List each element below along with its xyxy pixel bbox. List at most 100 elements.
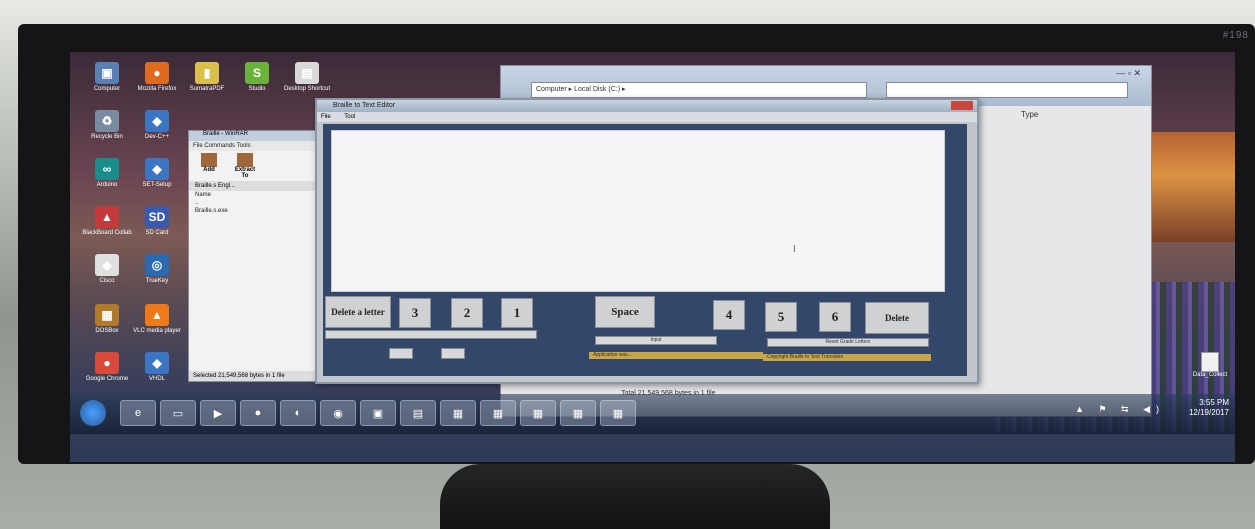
desktop-icon[interactable]: ● Mozilla Firefox	[132, 62, 182, 93]
desktop-app-icon: ▲	[145, 304, 169, 326]
desktop-icon[interactable]: ▲ BlackBoard Collab	[82, 206, 132, 237]
desktop-icon[interactable]: ▮ SumatraPDF	[182, 62, 232, 93]
add-label: Add	[203, 167, 215, 173]
dot-5-button[interactable]: 5	[765, 302, 797, 332]
folder-icon[interactable]: ▭	[160, 400, 196, 426]
desktop-icon-label: DOSBox	[95, 328, 119, 334]
menu-tool[interactable]: Tool	[344, 114, 355, 120]
desktop-icon-label: Recycle Bin	[91, 134, 123, 140]
ie-icon[interactable]: e	[120, 400, 156, 426]
desktop-icon-label: Google Chrome	[85, 376, 129, 382]
close-icon[interactable]	[951, 101, 973, 110]
window-icon[interactable]: ▣	[360, 400, 396, 426]
desktop-icon-label: Computer	[93, 86, 121, 92]
desktop-icon-label: Studio	[248, 86, 266, 92]
clock[interactable]: 3:55 PM 12/19/2017	[1189, 398, 1229, 418]
delete-button[interactable]: Delete	[865, 302, 929, 334]
desktop-app-icon: ▲	[95, 206, 119, 228]
space-button[interactable]: Space	[595, 296, 655, 328]
braille-editor-window[interactable]: Braille to Text Editor File Tool I Delet…	[315, 98, 979, 384]
document-icon	[1201, 352, 1219, 372]
desktop-icon-label: Mozilla Firefox	[137, 86, 177, 92]
chrome-icon[interactable]: ◉	[320, 400, 356, 426]
desktop-icon-label: VLC media player	[133, 328, 181, 334]
desktop-icon[interactable]: ● Google Chrome	[82, 352, 132, 383]
input-strip: Input	[595, 336, 717, 345]
braille-text-area[interactable]	[331, 130, 945, 292]
monitor-model: #198	[1222, 30, 1249, 41]
desktop-icon-label: VHDL	[148, 376, 165, 382]
desktop-app-icon: ◆	[145, 110, 169, 132]
braille-menu: File Tool	[317, 112, 977, 122]
reset-strip[interactable]: Reset Grade Letters	[767, 338, 929, 347]
desktop-app-icon: ∞	[95, 158, 119, 180]
explorer-window-controls[interactable]: — ▫ ✕	[1116, 68, 1141, 79]
small-button-right[interactable]	[441, 348, 465, 359]
firefox-icon[interactable]: ●	[240, 400, 276, 426]
explorer-type-column[interactable]: Type	[1021, 110, 1038, 119]
desktop-icon[interactable]: ▣ Computer	[82, 62, 132, 93]
desktop-icon-label: SD Card	[145, 230, 169, 236]
window-icon[interactable]: ▦	[480, 400, 516, 426]
braille-title: Braille to Text Editor	[317, 100, 977, 112]
desktop-icon[interactable]: ◎ TrueKey	[132, 254, 182, 285]
desktop-icon-label: SumatraPDF	[189, 86, 225, 92]
explorer-address-bar[interactable]: Computer ▸ Local Disk (C:) ▸	[531, 82, 867, 98]
extract-icon	[237, 153, 253, 167]
desktop-screen: ▣ Computer ● Mozilla Firefox ▮ SumatraPDF S Stu…	[70, 52, 1235, 462]
desktop-icon[interactable]: ◆ VHDL	[132, 352, 182, 383]
desktop-app-icon: ▤	[295, 62, 319, 84]
window-icon[interactable]: ▦	[560, 400, 596, 426]
desktop-icon-label: SET-Setup	[142, 182, 172, 188]
desktop-icon[interactable]: ♻ Recycle Bin	[82, 110, 132, 141]
tray-icons[interactable]: ▲ ⚑ ⇆ ◀)	[1075, 404, 1165, 415]
extract-button[interactable]: Extract To	[231, 153, 259, 179]
dot-2-button[interactable]: 2	[451, 298, 483, 328]
desktop-icon-label: Dev-C++	[144, 134, 169, 140]
window-icon[interactable]: ▦	[440, 400, 476, 426]
data-collect-label: Data_Collect	[1192, 372, 1228, 378]
add-button[interactable]: Add	[195, 153, 223, 179]
desktop-icon[interactable]: S Studio	[232, 62, 282, 93]
desktop-icon-label: BlackBoard Collab	[82, 230, 132, 236]
desktop-app-icon: ▮	[195, 62, 219, 84]
footer-left: Application was...	[589, 352, 763, 359]
desktop-icon-label: Desktop Shortcut	[283, 86, 331, 92]
desktop-icon[interactable]: ▦ DOSBox	[82, 304, 132, 335]
dot-1-button[interactable]: 1	[501, 298, 533, 328]
desktop-app-icon: SD	[145, 206, 169, 228]
data-collect-file[interactable]: Data_Collect	[1190, 352, 1230, 378]
desktop-icon[interactable]: ◈ Cisco	[82, 254, 132, 285]
media-icon[interactable]: ▶	[200, 400, 236, 426]
window-icon[interactable]: ▤	[400, 400, 436, 426]
menu-file[interactable]: File	[321, 114, 331, 120]
desktop-app-icon: ◆	[145, 352, 169, 374]
desktop-app-icon: ●	[95, 352, 119, 374]
dot-4-button[interactable]: 4	[713, 300, 745, 330]
desktop-icon[interactable]: ▤ Desktop Shortcut	[282, 62, 332, 93]
window-icon[interactable]: ▦	[600, 400, 636, 426]
desktop-icon[interactable]: ◆ SET-Setup	[132, 158, 182, 189]
explorer-search-box[interactable]	[886, 82, 1128, 98]
desktop-icon[interactable]: ▲ VLC media player	[132, 304, 182, 335]
desktop-icon[interactable]: ∞ Arduino	[82, 158, 132, 189]
start-button[interactable]	[80, 400, 106, 426]
delete-letter-button[interactable]: Delete a letter	[325, 296, 391, 328]
taskbar: e ▭ ▶ ● ◐ ◉ ▣ ▤ ▦ ▦ ▦ ▦ ▦ ▲ ⚑ ⇆ ◀) 3:55 …	[70, 394, 1235, 434]
desktop-icon[interactable]: SD SD Card	[132, 206, 182, 237]
app-icon[interactable]: ◐	[280, 400, 316, 426]
text-cursor-icon: I	[793, 244, 796, 255]
dot-6-button[interactable]: 6	[819, 302, 851, 332]
desktop-app-icon: ●	[145, 62, 169, 84]
desktop-icon-label: TrueKey	[145, 278, 169, 284]
dot-3-button[interactable]: 3	[399, 298, 431, 328]
desktop-icon-label: Cisco	[99, 278, 115, 284]
clock-date: 12/19/2017	[1188, 408, 1229, 417]
window-icon[interactable]: ▦	[520, 400, 556, 426]
small-button-left[interactable]	[389, 348, 413, 359]
left-status-strip	[325, 330, 537, 339]
desktop-app-icon: ▦	[95, 304, 119, 326]
desktop-icon[interactable]: ◆ Dev-C++	[132, 110, 182, 141]
desktop-icon-label: Arduino	[96, 182, 118, 188]
footer-right: Copyright Braille to Text Translator	[763, 354, 931, 361]
